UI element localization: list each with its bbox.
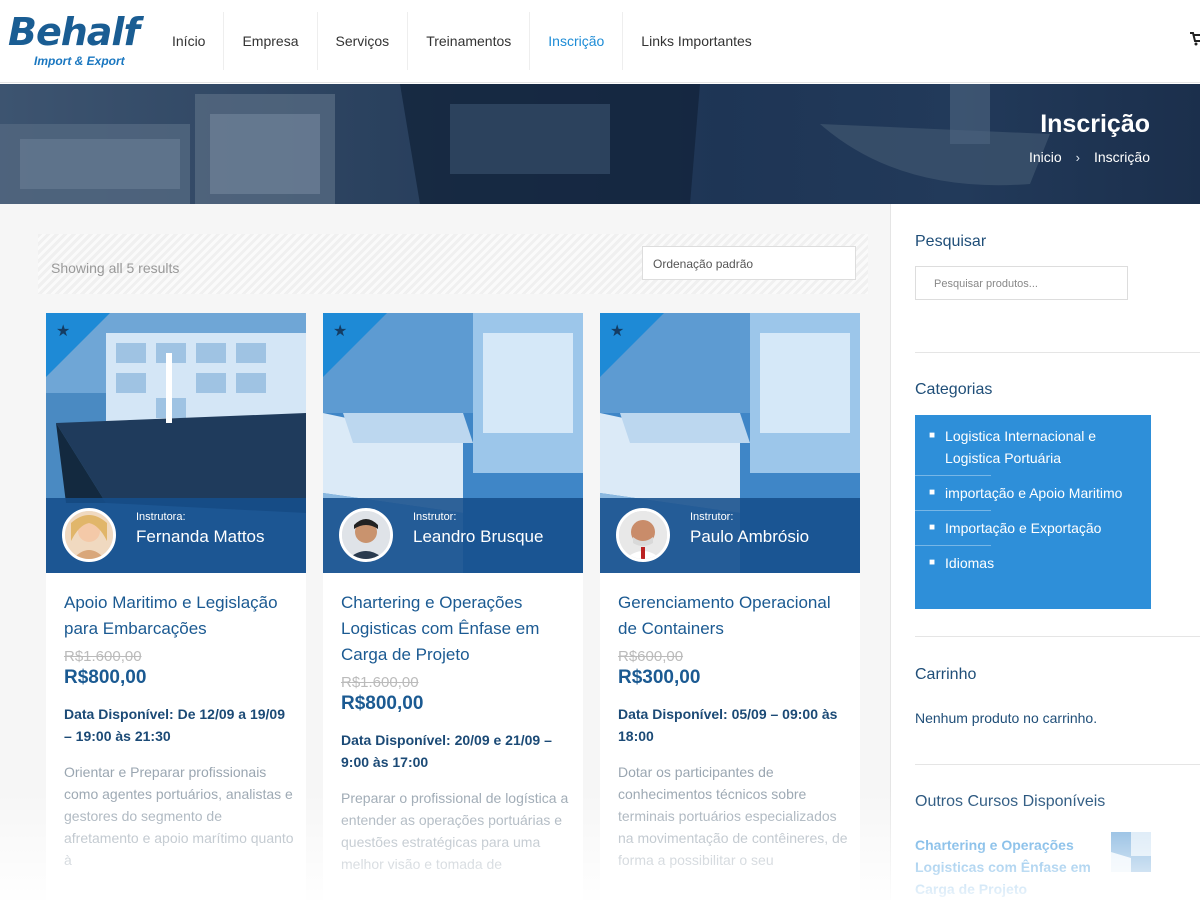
product-image[interactable]: ★ Instrutor: Paulo Ambrósio — [600, 313, 860, 573]
available-date: Data Disponível: 20/09 e 21/09 – 9:00 às… — [341, 732, 552, 770]
product-title[interactable]: Chartering e Operações Logisticas com Ên… — [341, 590, 571, 668]
category-label: Idiomas — [945, 555, 995, 571]
instructor-avatar — [339, 508, 393, 562]
product-description: Orientar e Preparar profissionais como a… — [64, 764, 294, 868]
breadcrumb-separator-icon: › — [1075, 149, 1080, 165]
instructor-bar: Instrutor: Paulo Ambrósio — [600, 498, 860, 573]
categories-list: ■ Logistica Internacional e Logistica Por… — [915, 415, 1151, 609]
instructor-role: Instrutor: — [690, 511, 734, 523]
product-details: Apoio Maritimo e Legislação para Embarca… — [64, 590, 294, 871]
other-courses-title: Outros Cursos Disponíveis — [915, 793, 1106, 810]
divider — [915, 636, 1200, 637]
category-label: Logistica Internacional e Logistica Port… — [945, 428, 1097, 466]
nav-item-inscricao[interactable]: Inscrição — [530, 12, 624, 70]
bullet-icon: ■ — [929, 487, 936, 498]
nav-item-inicio[interactable]: Início — [154, 12, 225, 70]
category-item[interactable]: ■ importação e Apoio Maritimo — [915, 482, 1151, 511]
logo-tagline: Import & Export — [34, 54, 125, 68]
instructor-name: Fernanda Mattos — [136, 527, 265, 546]
cart-widget-title: Carrinho — [915, 666, 977, 683]
product-card[interactable]: ★ Instrutor: Paulo Ambrósio Gerenciament… — [600, 313, 860, 900]
star-icon: ★ — [333, 323, 348, 340]
product-image[interactable]: ★ Instrutor: Leandro Brusque — [323, 313, 583, 573]
price: R$800,00 — [64, 667, 147, 688]
other-course-thumbnail[interactable] — [1111, 832, 1151, 872]
product-details: Chartering e Operações Logisticas com Ên… — [341, 590, 571, 875]
product-title[interactable]: Apoio Maritimo e Legislação para Embarca… — [64, 590, 294, 642]
available-date: Data Disponível: 05/09 – 09:00 às 18:00 — [618, 706, 838, 744]
instructor-name: Paulo Ambrósio — [690, 527, 810, 546]
price: R$300,00 — [618, 667, 701, 688]
category-item[interactable]: ■ Logistica Internacional e Logistica Por… — [915, 425, 1151, 476]
category-label: Importação e Exportação — [945, 520, 1102, 536]
star-icon: ★ — [610, 323, 625, 340]
nav-item-treinamentos[interactable]: Treinamentos — [408, 12, 531, 70]
divider — [915, 764, 1200, 765]
search-input[interactable]: Pesquisar produtos... — [915, 266, 1128, 300]
main-nav: Início Empresa Serviços Treinamentos Ins… — [154, 12, 770, 70]
cart-empty-message: Nenhum produto no carrinho. — [915, 710, 1098, 726]
page-title: Inscrição — [1040, 110, 1150, 138]
old-price: R$600,00 — [618, 648, 684, 665]
other-course-link[interactable]: Chartering e Operações Logisticas com Ên… — [915, 834, 1105, 900]
sort-select[interactable]: Ordenação padrão — [642, 246, 856, 280]
instructor-bar: Instrutora: Fernanda Mattos — [46, 498, 306, 573]
instructor-name: Leandro Brusque — [413, 527, 544, 546]
instructor-role: Instrutor: — [413, 511, 457, 523]
bullet-icon: ■ — [929, 430, 936, 441]
instructor-avatar — [616, 508, 670, 562]
nav-item-links-importantes[interactable]: Links Importantes — [623, 12, 770, 70]
divider — [915, 352, 1200, 353]
category-item[interactable]: ■ Importação e Exportação — [915, 517, 1151, 546]
shop-content: Showing all 5 results Ordenação padrão ★ — [0, 204, 890, 900]
category-label: importação e Apoio Maritimo — [945, 485, 1123, 501]
product-description: Dotar os participantes de conhecimentos … — [618, 764, 848, 868]
cart-icon[interactable] — [1190, 32, 1200, 46]
product-details: Gerenciamento Operacional de Containers … — [618, 590, 848, 871]
logo-wordmark: Behalf — [8, 10, 140, 54]
breadcrumb: Inicio › Inscrição — [1029, 149, 1150, 165]
sidebar: Pesquisar Pesquisar produtos... Categori… — [890, 204, 1200, 900]
bullet-icon: ■ — [929, 522, 936, 533]
shop-toolbar: Showing all 5 results Ordenação padrão — [38, 234, 868, 294]
site-header: Behalf Import & Export Início Empresa Se… — [0, 0, 1200, 83]
star-icon: ★ — [56, 323, 71, 340]
product-description: Preparar o profissional de logística a e… — [341, 790, 569, 872]
nav-item-servicos[interactable]: Serviços — [318, 12, 409, 70]
instructor-avatar — [62, 508, 116, 562]
logo[interactable]: Behalf Import & Export — [8, 10, 140, 72]
categories-widget-title: Categorias — [915, 381, 993, 398]
banner-ship-illustration — [0, 84, 1050, 204]
instructor-bar: Instrutor: Leandro Brusque — [323, 498, 583, 573]
bullet-icon: ■ — [929, 557, 936, 568]
product-card[interactable]: ★ Instrutora: Fernanda Mattos Apoio Mari… — [46, 313, 306, 900]
nav-item-empresa[interactable]: Empresa — [224, 12, 318, 70]
product-title[interactable]: Gerenciamento Operacional de Containers — [618, 590, 848, 642]
old-price: R$1.600,00 — [64, 648, 142, 665]
category-item[interactable]: ■ Idiomas — [915, 552, 1151, 574]
results-count: Showing all 5 results — [51, 260, 180, 276]
old-price: R$1.600,00 — [341, 674, 419, 691]
product-image[interactable]: ★ Instrutora: Fernanda Mattos — [46, 313, 306, 573]
product-card[interactable]: ★ Instrutor: Leandro Brusque Chartering … — [323, 313, 583, 900]
page-banner: Inscrição Inicio › Inscrição — [0, 84, 1200, 204]
search-widget-title: Pesquisar — [915, 233, 987, 250]
breadcrumb-current: Inscrição — [1093, 149, 1150, 165]
available-date: Data Disponível: De 12/09 a 19/09 – 19:0… — [64, 706, 285, 744]
instructor-role: Instrutora: — [136, 511, 186, 523]
price: R$800,00 — [341, 693, 424, 714]
breadcrumb-home-link[interactable]: Inicio — [1029, 149, 1062, 165]
